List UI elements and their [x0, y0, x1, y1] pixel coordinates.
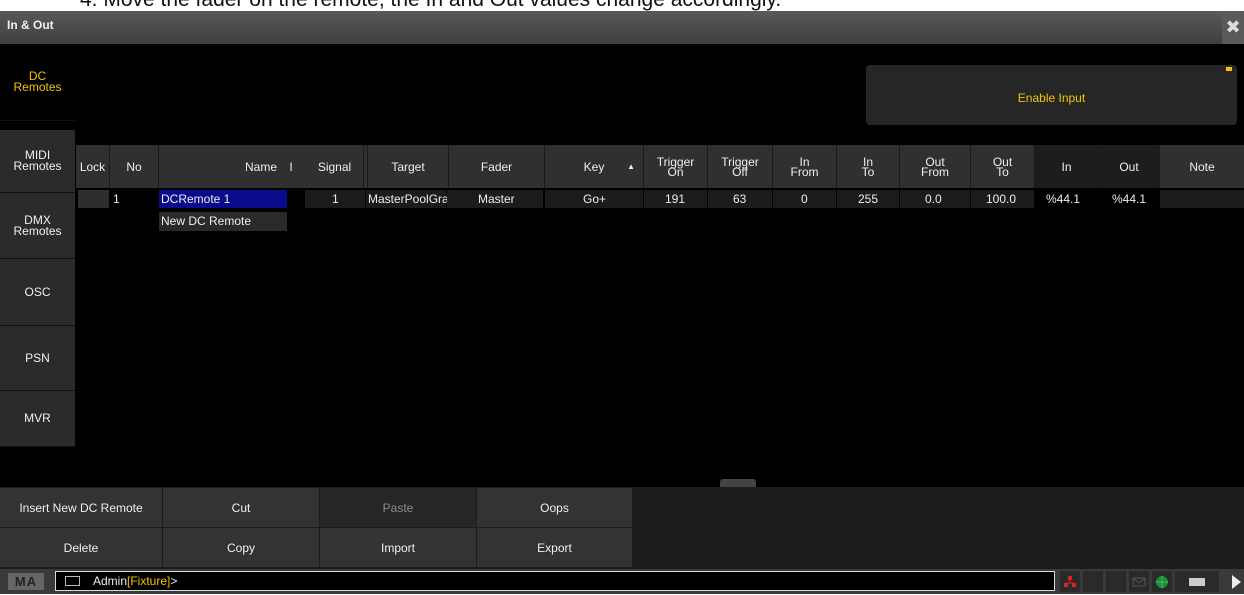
- sidebar: DC Remotes MIDI Remotes DMX Remotes OSC PSN…: [0, 44, 76, 447]
- ma-logo: MA: [8, 573, 44, 590]
- col-key-label: Key: [583, 159, 605, 174]
- tab-psn[interactable]: PSN: [0, 326, 75, 391]
- col-note[interactable]: Note: [1160, 145, 1244, 188]
- col-out-from[interactable]: Out From: [900, 145, 971, 188]
- tab-dc-remotes[interactable]: DC Remotes: [0, 44, 75, 121]
- col-trigger-on[interactable]: Trigger On: [644, 145, 708, 188]
- paste-button[interactable]: Paste: [320, 488, 477, 528]
- table-header: Lock No Name I Signal Target Fader Key ▲…: [76, 145, 1244, 188]
- col-in-from[interactable]: In From: [773, 145, 837, 188]
- cell-out-from: 0.0: [925, 192, 942, 206]
- import-button[interactable]: Import: [320, 528, 477, 568]
- cell-target: MasterPoolGra: [368, 192, 449, 206]
- status-slot-icon[interactable]: [1106, 571, 1126, 592]
- cell-out-to: 100.0: [986, 192, 1017, 206]
- col-key[interactable]: Key ▲: [545, 145, 644, 188]
- cell-in: %44.1: [1046, 192, 1081, 206]
- keyboard-icon[interactable]: [65, 576, 80, 586]
- window-title: In & Out: [7, 18, 54, 32]
- tab-midi-remotes[interactable]: MIDI Remotes: [0, 130, 75, 193]
- button-bar: Insert New DC Remote Cut Paste Oops Dele…: [0, 487, 1244, 569]
- keyboard-toggle-icon[interactable]: [1175, 571, 1219, 592]
- status-slot-icon[interactable]: [1083, 571, 1103, 592]
- tab-osc[interactable]: OSC: [0, 259, 75, 326]
- mail-icon[interactable]: [1129, 571, 1149, 592]
- cell-in-to: 255: [858, 192, 879, 206]
- cell-lock[interactable]: [78, 190, 109, 208]
- tab-label: MVR: [24, 411, 51, 425]
- col-out[interactable]: Out: [1099, 145, 1160, 188]
- tab-label-line2: Remotes: [13, 80, 62, 94]
- cell-name: DCRemote 1: [161, 192, 231, 206]
- command-line-bar: MA Admin[Fixture]>: [0, 569, 1244, 594]
- network-red-icon[interactable]: [1060, 571, 1080, 592]
- col-i[interactable]: I: [281, 145, 301, 188]
- prompt-suffix: >: [170, 574, 178, 588]
- col-in[interactable]: In: [1035, 145, 1099, 188]
- command-line-input[interactable]: Admin[Fixture]>: [55, 571, 1055, 591]
- col-fader[interactable]: Fader: [449, 145, 545, 188]
- tab-label-line2: Remotes: [13, 159, 62, 173]
- command-prompt: Admin[Fixture]>: [93, 574, 177, 588]
- enable-input-button[interactable]: Enable Input: [866, 65, 1237, 125]
- copy-button[interactable]: Copy: [163, 528, 320, 568]
- col-out-to[interactable]: Out To: [971, 145, 1035, 188]
- instruction-caption: 4. Move the fader on the remote, the In …: [0, 0, 1244, 11]
- enable-input-label: Enable Input: [1017, 91, 1086, 105]
- cell-trigger-on: 191: [665, 192, 686, 206]
- close-icon[interactable]: ✖: [1222, 11, 1244, 44]
- tab-label: PSN: [25, 350, 50, 365]
- tab-label-line2: Remotes: [13, 223, 62, 238]
- cell-key: Go+: [583, 192, 607, 206]
- oops-button[interactable]: Oops: [477, 488, 633, 528]
- window-titlebar: In & Out ✖: [0, 11, 1244, 44]
- instruction-text: 4. Move the fader on the remote, the In …: [80, 0, 781, 11]
- new-dc-remote-label: New DC Remote: [161, 214, 252, 228]
- col-no[interactable]: No: [110, 145, 159, 188]
- play-arrow-icon[interactable]: [1228, 572, 1244, 592]
- cell-in-from: 0: [801, 192, 808, 206]
- col-trigger-off[interactable]: Trigger Off: [708, 145, 773, 188]
- export-button[interactable]: Export: [477, 528, 633, 568]
- cell-note[interactable]: [1160, 190, 1244, 208]
- col-signal[interactable]: Signal: [302, 145, 368, 188]
- delete-button[interactable]: Delete: [0, 528, 163, 568]
- col-in-to[interactable]: In To: [837, 145, 900, 188]
- cell-trigger-off: 63: [733, 192, 747, 206]
- tab-mvr[interactable]: MVR: [0, 391, 75, 447]
- prompt-user: Admin: [93, 574, 128, 588]
- col-target[interactable]: Target: [368, 145, 449, 188]
- globe-icon[interactable]: [1152, 571, 1172, 592]
- cell-out: %44.1: [1112, 192, 1147, 206]
- tab-label: OSC: [24, 284, 51, 299]
- col-lock[interactable]: Lock: [76, 145, 110, 188]
- cell-fader: Master: [478, 192, 515, 206]
- sort-ascending-icon: ▲: [627, 161, 635, 171]
- prompt-context: [Fixture]: [127, 574, 171, 588]
- status-indicator: [1226, 67, 1232, 71]
- insert-new-dc-remote-button[interactable]: Insert New DC Remote: [0, 488, 163, 528]
- cell-no: 1: [113, 192, 120, 206]
- tab-dmx-remotes[interactable]: DMX Remotes: [0, 193, 75, 259]
- cut-button[interactable]: Cut: [163, 488, 320, 528]
- splitter-handle[interactable]: [720, 479, 756, 487]
- cell-signal: 1: [332, 192, 339, 206]
